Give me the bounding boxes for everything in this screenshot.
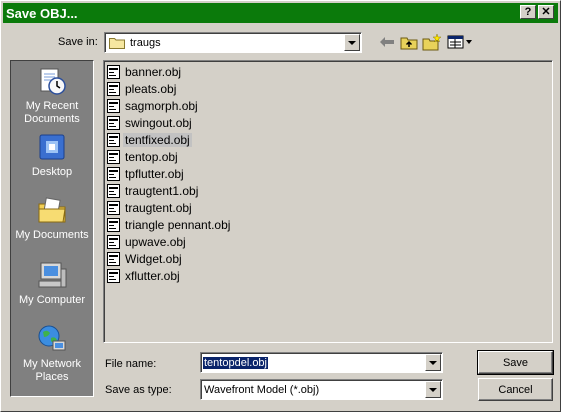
list-item[interactable]: xflutter.obj bbox=[107, 267, 182, 284]
place-label: My Recent Documents bbox=[24, 100, 80, 125]
chevron-down-icon bbox=[429, 360, 437, 365]
save-as-type-dropdown[interactable]: Wavefront Model (*.obj) bbox=[200, 379, 443, 400]
obj-file-icon bbox=[107, 64, 120, 79]
file-name: banner.obj bbox=[125, 64, 182, 79]
place-label: My Documents bbox=[15, 229, 89, 241]
obj-file-icon bbox=[107, 115, 120, 130]
help-button[interactable]: ? bbox=[520, 5, 536, 19]
file-name: xflutter.obj bbox=[125, 268, 180, 283]
file-name: tentfixed.obj bbox=[123, 132, 192, 147]
list-item[interactable]: traugtent1.obj bbox=[107, 182, 200, 199]
place-my-computer[interactable]: My Computer bbox=[11, 259, 93, 307]
file-name: swingout.obj bbox=[125, 115, 192, 130]
file-name-label: File name: bbox=[105, 358, 157, 370]
list-item[interactable]: triangle pennant.obj bbox=[107, 216, 232, 233]
obj-file-icon bbox=[107, 81, 120, 96]
chevron-down-icon bbox=[429, 387, 437, 392]
places-bar: My Recent Documents Desktop My Documents… bbox=[10, 60, 94, 397]
place-label: Desktop bbox=[31, 166, 73, 178]
file-name: pleats.obj bbox=[125, 81, 177, 96]
my-computer-icon bbox=[36, 259, 68, 291]
new-folder-icon[interactable] bbox=[422, 33, 442, 51]
place-label: My Computer bbox=[18, 294, 86, 306]
title-bar[interactable]: Save OBJ... ? ✕ bbox=[3, 3, 558, 23]
recent-documents-icon bbox=[36, 65, 68, 97]
obj-file-icon bbox=[107, 268, 120, 283]
obj-file-icon bbox=[107, 251, 120, 266]
list-item[interactable]: tpflutter.obj bbox=[107, 165, 186, 182]
list-item[interactable]: Widget.obj bbox=[107, 250, 184, 267]
obj-file-icon bbox=[107, 234, 120, 249]
save-in-value: traugs bbox=[130, 36, 161, 49]
obj-file-icon bbox=[107, 149, 120, 164]
save-in-dropdown-arrow[interactable] bbox=[344, 34, 360, 51]
place-desktop[interactable]: Desktop bbox=[11, 131, 93, 179]
file-list[interactable]: banner.obj pleats.obj sagmorph.obj swing… bbox=[103, 60, 553, 343]
list-item-selected[interactable]: tentfixed.obj bbox=[107, 131, 192, 148]
file-name-input[interactable]: tentopdel.obj bbox=[203, 356, 268, 369]
save-as-type-dropdown-arrow[interactable] bbox=[425, 381, 441, 398]
file-name: traugtent1.obj bbox=[125, 183, 199, 198]
up-folder-icon[interactable] bbox=[399, 33, 419, 51]
save-as-type-value: Wavefront Model (*.obj) bbox=[204, 383, 320, 396]
list-item[interactable]: traugtent.obj bbox=[107, 199, 194, 216]
list-item[interactable]: pleats.obj bbox=[107, 80, 178, 97]
file-name-field[interactable]: tentopdel.obj bbox=[200, 352, 443, 373]
file-name: tpflutter.obj bbox=[125, 166, 184, 181]
save-dialog: Save OBJ... ? ✕ Save in: traugs My Recen… bbox=[0, 0, 561, 412]
save-in-label: Save in: bbox=[58, 36, 98, 48]
save-in-dropdown[interactable]: traugs bbox=[104, 32, 362, 53]
list-item[interactable]: swingout.obj bbox=[107, 114, 194, 131]
obj-file-icon bbox=[107, 183, 120, 198]
back-icon[interactable] bbox=[377, 33, 397, 51]
save-button[interactable]: Save bbox=[477, 350, 554, 375]
file-name-dropdown-arrow[interactable] bbox=[425, 354, 441, 371]
obj-file-icon bbox=[107, 132, 120, 147]
obj-file-icon bbox=[107, 200, 120, 215]
obj-file-icon bbox=[107, 98, 120, 113]
list-item[interactable]: banner.obj bbox=[107, 63, 183, 80]
file-name: sagmorph.obj bbox=[125, 98, 198, 113]
view-menu-icon[interactable] bbox=[446, 33, 474, 51]
obj-file-icon bbox=[107, 217, 120, 232]
folder-icon bbox=[109, 36, 125, 49]
place-label: My Network Places bbox=[22, 358, 82, 383]
place-my-documents[interactable]: My Documents bbox=[11, 194, 93, 242]
my-documents-icon bbox=[36, 194, 68, 226]
save-as-type-label: Save as type: bbox=[105, 384, 172, 396]
network-places-icon bbox=[36, 323, 68, 355]
list-item[interactable]: tentop.obj bbox=[107, 148, 180, 165]
list-item[interactable]: upwave.obj bbox=[107, 233, 188, 250]
window-title: Save OBJ... bbox=[6, 5, 78, 21]
file-name: tentop.obj bbox=[125, 149, 178, 164]
list-item[interactable]: sagmorph.obj bbox=[107, 97, 200, 114]
file-name: upwave.obj bbox=[125, 234, 186, 249]
file-name: Widget.obj bbox=[125, 251, 182, 266]
chevron-down-icon bbox=[348, 40, 356, 45]
cancel-button[interactable]: Cancel bbox=[478, 378, 553, 401]
file-name: triangle pennant.obj bbox=[125, 217, 231, 232]
place-network-places[interactable]: My Network Places bbox=[11, 323, 93, 384]
file-name: traugtent.obj bbox=[125, 200, 192, 215]
obj-file-icon bbox=[107, 166, 120, 181]
close-button[interactable]: ✕ bbox=[538, 5, 554, 19]
desktop-icon bbox=[36, 131, 68, 163]
place-recent-documents[interactable]: My Recent Documents bbox=[11, 65, 93, 126]
